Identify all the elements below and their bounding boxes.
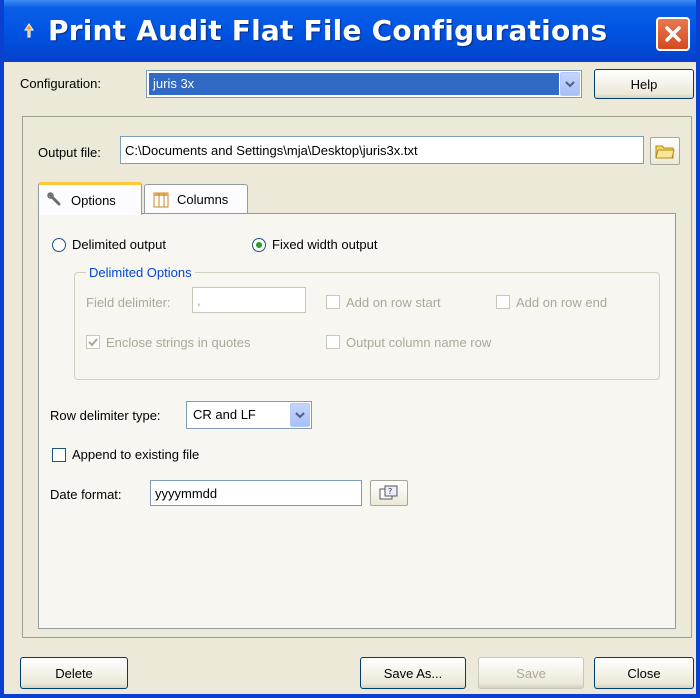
columns-icon — [153, 192, 169, 207]
save-as-button[interactable]: Save As... — [360, 657, 466, 689]
date-format-picker-button[interactable]: ? — [370, 480, 408, 506]
row-delimiter-label: Row delimiter type: — [50, 408, 161, 423]
fixed-width-output-label[interactable]: Fixed width output — [272, 237, 378, 252]
browse-output-file-button[interactable] — [650, 137, 680, 165]
enclose-strings-checkbox[interactable] — [86, 335, 100, 349]
close-window-button[interactable] — [656, 17, 690, 51]
output-file-field[interactable]: C:\Documents and Settings\mja\Desktop\ju… — [120, 136, 644, 164]
tab-options[interactable]: Options — [38, 182, 142, 215]
row-delimiter-dropdown-button[interactable] — [290, 403, 310, 427]
chevron-down-icon — [295, 412, 305, 419]
fixed-width-output-radio[interactable] — [252, 238, 266, 252]
append-to-existing-file-checkbox[interactable] — [52, 448, 66, 462]
svg-text:?: ? — [388, 487, 392, 496]
tab-options-label: Options — [71, 192, 116, 208]
delete-button[interactable]: Delete — [20, 657, 128, 689]
checkmark-icon — [88, 338, 98, 347]
row-delimiter-select[interactable]: CR and LF — [186, 401, 312, 429]
date-format-input[interactable]: yyyymmdd — [150, 480, 362, 506]
help-button[interactable]: Help — [594, 69, 694, 99]
window-title: Print Audit Flat File Configurations — [48, 14, 608, 47]
chevron-down-icon — [565, 81, 575, 88]
configuration-label: Configuration: — [20, 76, 101, 91]
field-delimiter-input[interactable]: , — [192, 287, 306, 313]
title-bar[interactable]: Print Audit Flat File Configurations — [4, 0, 696, 62]
picker-icon: ? — [379, 485, 398, 500]
tab-columns-label: Columns — [177, 192, 229, 207]
delimited-options-title: Delimited Options — [86, 265, 195, 280]
enclose-strings-label: Enclose strings in quotes — [106, 335, 251, 350]
configuration-select[interactable]: juris 3x — [146, 70, 582, 98]
dialog-window: Print Audit Flat File Configurations Con… — [0, 0, 700, 698]
close-icon — [665, 26, 681, 42]
configuration-dropdown-button[interactable] — [560, 72, 580, 96]
save-button[interactable]: Save — [478, 657, 584, 689]
add-on-row-end-label: Add on row end — [516, 295, 608, 310]
row-delimiter-value: CR and LF — [193, 407, 256, 422]
tab-columns[interactable]: Columns — [144, 184, 248, 214]
add-on-row-end-checkbox[interactable] — [496, 295, 510, 309]
folder-icon — [655, 145, 675, 159]
output-file-label: Output file: — [38, 145, 101, 160]
configuration-selected-value: juris 3x — [149, 73, 559, 95]
delimited-options-group — [74, 272, 660, 380]
field-delimiter-label: Field delimiter: — [86, 295, 171, 310]
delimited-output-radio[interactable] — [52, 238, 66, 252]
wrench-icon — [47, 192, 61, 206]
date-format-label: Date format: — [50, 487, 122, 502]
output-column-name-row-checkbox[interactable] — [326, 335, 340, 349]
add-on-row-start-checkbox[interactable] — [326, 295, 340, 309]
append-to-existing-file-label[interactable]: Append to existing file — [72, 447, 199, 462]
output-column-name-row-label: Output column name row — [346, 335, 492, 350]
add-on-row-start-label: Add on row start — [346, 295, 441, 310]
delimited-output-label[interactable]: Delimited output — [72, 237, 166, 252]
app-icon — [24, 23, 34, 38]
close-button[interactable]: Close — [594, 657, 694, 689]
